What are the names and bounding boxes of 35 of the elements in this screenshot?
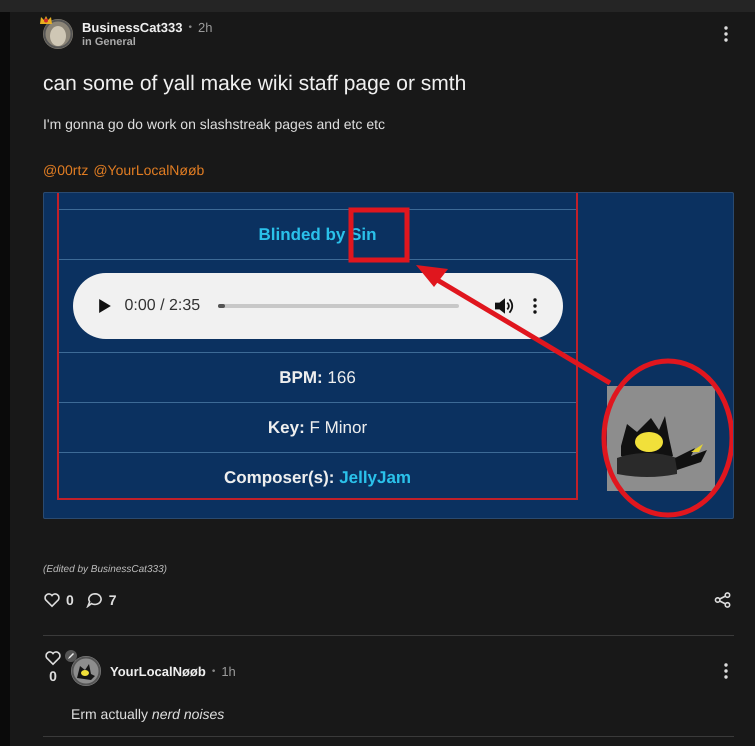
separator-dot: • <box>188 22 192 33</box>
more-icon[interactable] <box>724 663 728 679</box>
pencil-icon <box>65 650 77 662</box>
more-icon[interactable] <box>532 298 536 314</box>
like-count: 0 <box>66 592 74 608</box>
heart-icon[interactable] <box>44 650 62 666</box>
reply-body: Erm actually nerd noises <box>71 706 226 722</box>
crown-icon <box>39 15 53 25</box>
category-label[interactable]: in General <box>82 36 212 48</box>
author-name[interactable]: YourLocalNøøb <box>110 664 206 678</box>
post-body: I'm gonna go do work on slashstreak pages and etc etc <box>43 116 386 132</box>
mention-link[interactable]: @YourLocalNøøb <box>93 162 204 178</box>
post-time: 2h <box>198 20 212 35</box>
author-name[interactable]: BusinessCat333 <box>82 20 182 35</box>
mention-link[interactable]: @00rtz <box>43 162 88 178</box>
avatar[interactable] <box>71 656 101 686</box>
heart-icon[interactable] <box>43 592 61 608</box>
track-info: Composer(s): JellyJam <box>224 468 412 488</box>
track-info: BPM: 166 <box>279 368 356 388</box>
progress-bar[interactable] <box>218 304 458 308</box>
separator-dot: • <box>212 666 216 676</box>
comment-icon[interactable] <box>86 592 104 608</box>
play-icon[interactable] <box>98 299 110 313</box>
volume-icon[interactable] <box>494 297 514 315</box>
avatar[interactable] <box>43 19 73 49</box>
like-count: 0 <box>49 668 57 684</box>
more-icon[interactable] <box>724 26 728 42</box>
playback-time: 0:00 / 2:35 <box>124 297 200 315</box>
comment-count: 7 <box>108 592 117 608</box>
reply-time: 1h <box>221 664 236 678</box>
share-icon[interactable] <box>714 592 732 608</box>
post-title: can some of yall make wiki staff page or smth <box>43 72 468 96</box>
track-info: Key: F Minor <box>268 418 368 438</box>
edited-note: (Edited by BusinessCat333) <box>43 564 168 575</box>
annotation-box <box>348 208 410 262</box>
